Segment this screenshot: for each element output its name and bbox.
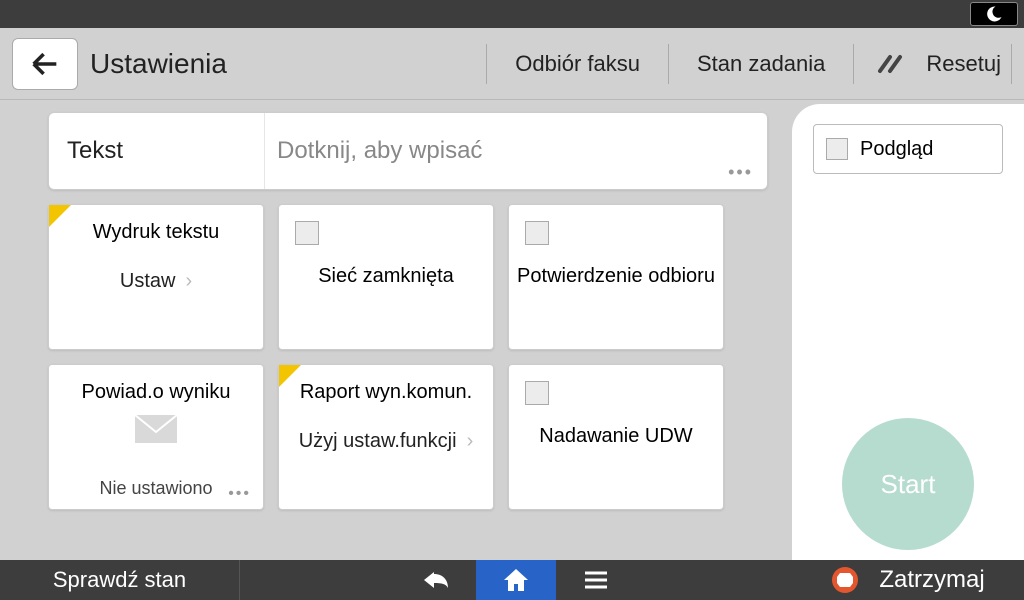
page-title: Ustawienia	[90, 48, 486, 80]
tile-label: Nadawanie UDW	[539, 425, 692, 448]
tile-sub-label: Użyj ustaw.funkcji	[299, 430, 457, 453]
tile-label: Potwierdzenie odbioru	[517, 265, 715, 288]
menu-icon	[583, 570, 609, 590]
envelope-icon	[134, 414, 178, 444]
job-status-button[interactable]: Stan zadania	[668, 44, 853, 84]
check-status-button[interactable]: Sprawdź stan	[0, 560, 240, 600]
start-label: Start	[881, 469, 936, 500]
tile-row-2: Powiad.o wyniku Nie ustawiono ••• Raport…	[48, 364, 768, 510]
start-button[interactable]: Start	[842, 418, 974, 550]
corner-flag-icon	[279, 365, 301, 387]
reset-label: Resetuj	[926, 51, 1001, 77]
text-placeholder: Dotknij, aby wpisać	[277, 137, 482, 165]
checkbox[interactable]	[295, 221, 319, 245]
settings-panel: Tekst Dotknij, aby wpisać ••• Wydruk tek…	[0, 100, 792, 560]
nav-home-button[interactable]	[476, 560, 556, 600]
tile-result-notify[interactable]: Powiad.o wyniku Nie ustawiono •••	[48, 364, 264, 510]
more-icon: •••	[728, 162, 753, 183]
chevron-right-icon: ›	[185, 270, 192, 293]
corner-flag-icon	[49, 205, 71, 227]
bottom-bar: Sprawdź stan Zatrzymaj	[0, 560, 1024, 600]
nav-menu-button[interactable]	[556, 560, 636, 600]
tile-udw-broadcast[interactable]: Nadawanie UDW	[508, 364, 724, 510]
right-panel: Podgląd Start	[792, 104, 1024, 560]
home-icon	[502, 567, 530, 593]
text-input-row[interactable]: Tekst Dotknij, aby wpisać •••	[48, 112, 768, 190]
moon-icon	[985, 5, 1003, 23]
nav-back-icon	[420, 568, 452, 592]
night-mode-badge[interactable]	[970, 2, 1018, 26]
reset-icon	[876, 50, 904, 78]
fax-receive-button[interactable]: Odbiór faksu	[486, 44, 668, 84]
tile-comm-report[interactable]: Raport wyn.komun. Użyj ustaw.funkcji ›	[278, 364, 494, 510]
preview-toggle[interactable]: Podgląd	[813, 124, 1003, 174]
checkbox[interactable]	[826, 138, 848, 160]
tile-sub: Ustaw ›	[120, 270, 192, 293]
stop-icon	[831, 566, 859, 594]
stop-button[interactable]: Zatrzymaj	[792, 560, 1024, 600]
header-bar: Ustawienia Odbiór faksu Stan zadania Res…	[0, 28, 1024, 100]
tile-row-1: Wydruk tekstu Ustaw › Sieć zamknięta Pot…	[48, 204, 768, 350]
tile-closed-network[interactable]: Sieć zamknięta	[278, 204, 494, 350]
tile-sub: Użyj ustaw.funkcji ›	[299, 430, 474, 453]
preview-label: Podgląd	[860, 138, 933, 161]
tile-title: Powiad.o wyniku	[82, 381, 231, 404]
reset-button[interactable]: Resetuj	[853, 44, 1012, 84]
chevron-right-icon: ›	[467, 430, 474, 453]
tile-sub-label: Ustaw	[120, 270, 176, 293]
tile-title: Wydruk tekstu	[93, 221, 220, 244]
checkbox[interactable]	[525, 381, 549, 405]
header-actions: Odbiór faksu Stan zadania Resetuj	[486, 44, 1012, 84]
text-input-field[interactable]: Dotknij, aby wpisać •••	[265, 113, 767, 189]
tile-text-print[interactable]: Wydruk tekstu Ustaw ›	[48, 204, 264, 350]
nav-center	[240, 560, 792, 600]
main-area: Tekst Dotknij, aby wpisać ••• Wydruk tek…	[0, 100, 1024, 560]
tile-receive-confirm[interactable]: Potwierdzenie odbioru	[508, 204, 724, 350]
stop-label: Zatrzymaj	[879, 566, 984, 594]
nav-back-button[interactable]	[396, 560, 476, 600]
system-topbar	[0, 0, 1024, 28]
text-label: Tekst	[49, 113, 265, 189]
back-button[interactable]	[12, 38, 78, 90]
more-icon: •••	[228, 485, 251, 503]
tile-label: Sieć zamknięta	[318, 265, 454, 288]
tile-bottom-label: Nie ustawiono	[99, 478, 212, 499]
tile-title: Raport wyn.komun.	[300, 381, 472, 404]
back-arrow-icon	[28, 47, 62, 81]
checkbox[interactable]	[525, 221, 549, 245]
